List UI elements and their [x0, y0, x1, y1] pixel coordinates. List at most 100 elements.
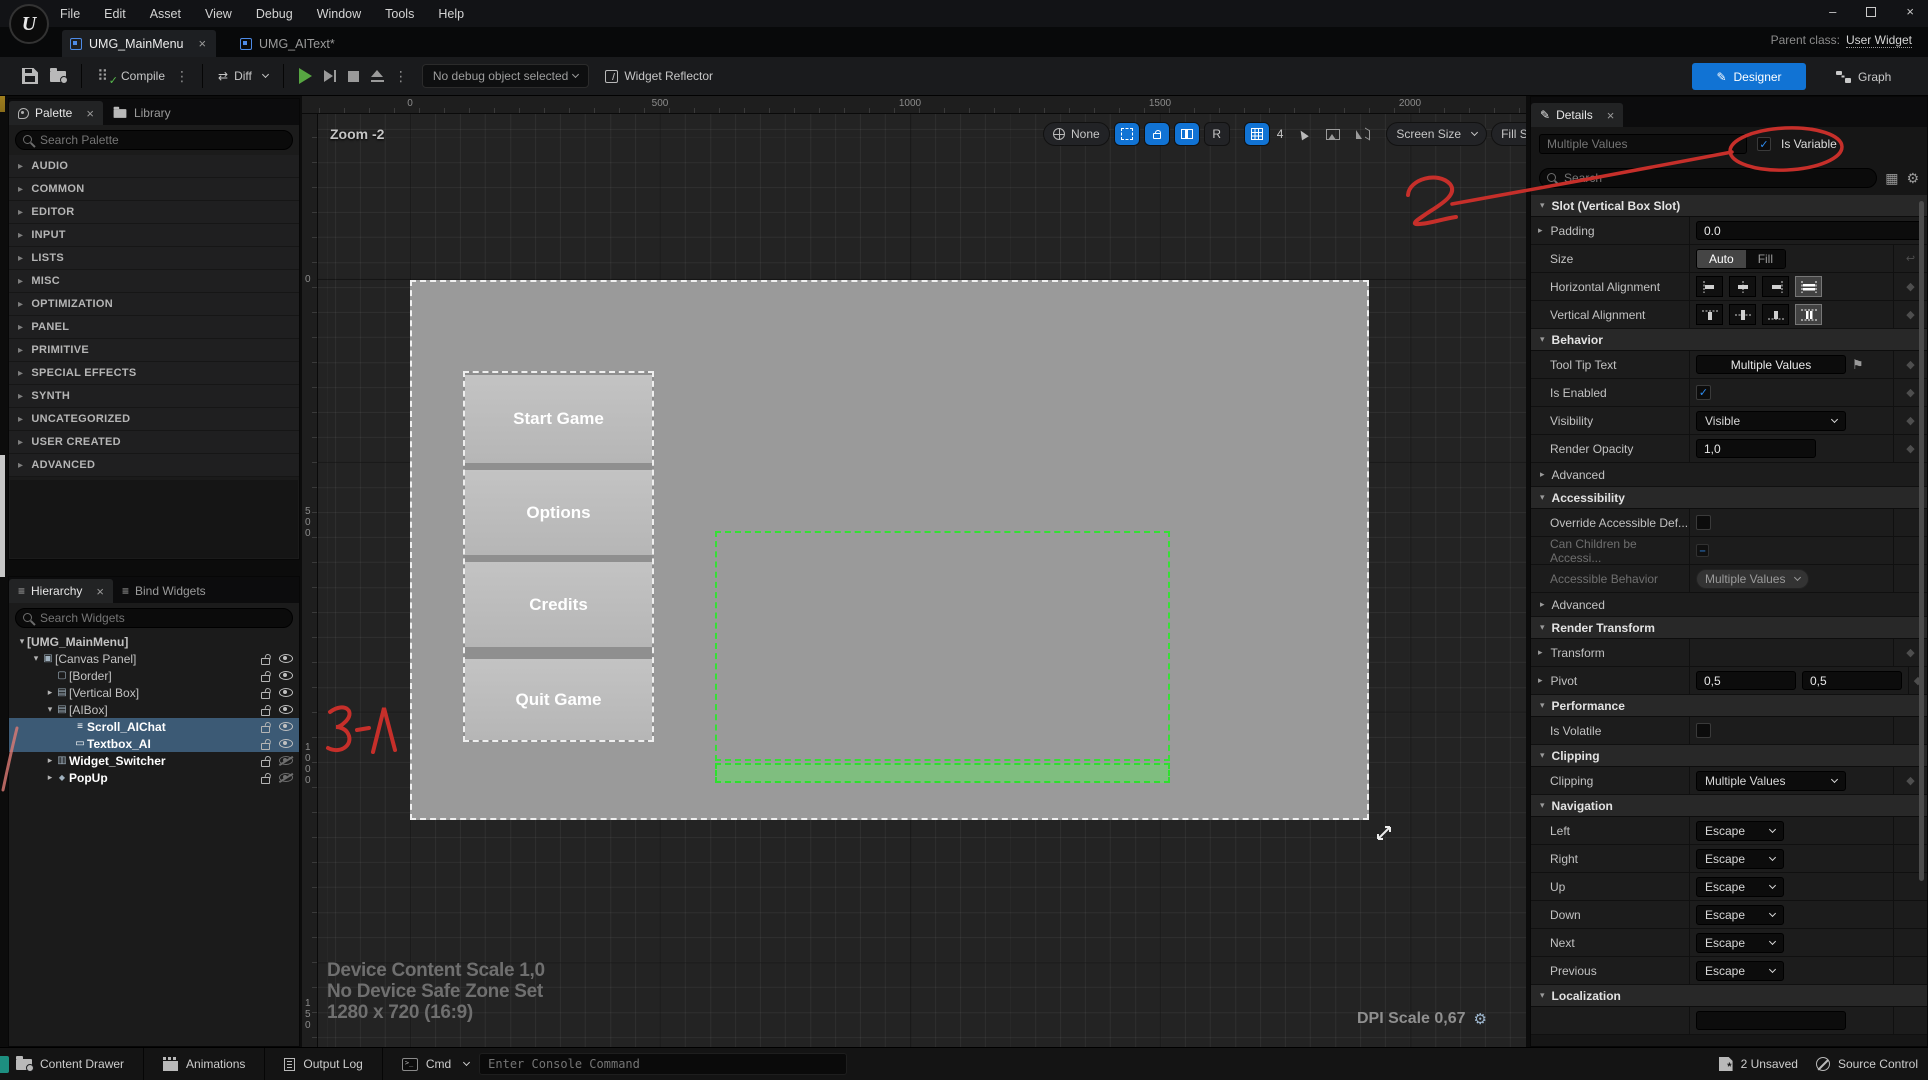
unlocked-icon[interactable]: [261, 658, 270, 665]
stop-button[interactable]: [342, 67, 365, 86]
palette-category-uncategorized[interactable]: ▸UNCATEGORIZED: [9, 408, 299, 431]
section-behavior[interactable]: ▾Behavior: [1531, 329, 1927, 351]
details-scrollbar[interactable]: [1919, 201, 1924, 881]
valign-bottom-button[interactable]: [1762, 304, 1789, 325]
pivot-y-input[interactable]: [1802, 671, 1902, 690]
palette-category-optimization[interactable]: ▸OPTIMIZATION: [9, 293, 299, 316]
expand-arrow-icon[interactable]: ▸: [18, 460, 23, 471]
expand-arrow-icon[interactable]: ▸: [18, 184, 23, 195]
override-accessible-checkbox[interactable]: [1696, 515, 1711, 530]
halign-left-button[interactable]: [1696, 276, 1723, 297]
vertical-box-widget[interactable]: Start Game Options Credits Quit Game: [463, 371, 654, 742]
palette-category-panel[interactable]: ▸PANEL: [9, 316, 299, 339]
eject-button[interactable]: [365, 66, 390, 86]
palette-search-input[interactable]: [15, 130, 293, 150]
preview-background-button[interactable]: [1320, 122, 1346, 146]
visibility-eye-icon[interactable]: [279, 722, 293, 731]
expand-arrow-icon[interactable]: ▸: [1538, 225, 1543, 236]
visibility-hidden-eye-icon[interactable]: [279, 773, 293, 782]
expand-arrow-icon[interactable]: ▸: [18, 161, 23, 172]
visibility-hidden-eye-icon[interactable]: [279, 756, 293, 765]
section-render-transform[interactable]: ▾Render Transform: [1531, 617, 1927, 639]
menu-view[interactable]: View: [205, 7, 232, 21]
visibility-dropdown[interactable]: Visible: [1696, 411, 1846, 431]
canvas-grid[interactable]: Start Game Options Credits Quit Game Dev…: [318, 114, 1526, 1047]
expand-arrow-icon[interactable]: ▸: [18, 322, 23, 333]
expand-arrow-icon[interactable]: ▸: [18, 368, 23, 379]
valign-fill-button[interactable]: [1795, 304, 1822, 325]
size-auto-button[interactable]: Auto: [1697, 250, 1746, 268]
section-localization[interactable]: ▾Localization: [1531, 985, 1927, 1007]
tree-item-border[interactable]: ▢ [Border]: [9, 667, 299, 684]
tooltip-input[interactable]: [1696, 355, 1846, 374]
animations-button[interactable]: Animations: [163, 1057, 245, 1071]
gear-icon[interactable]: ⚙: [1474, 1010, 1487, 1028]
selection-mode-button[interactable]: [1114, 122, 1140, 146]
expand-arrow-icon[interactable]: ▸: [45, 772, 55, 783]
output-log-button[interactable]: Output Log: [284, 1057, 362, 1071]
render-opacity-input[interactable]: [1696, 439, 1816, 458]
menu-file[interactable]: File: [60, 7, 80, 21]
show-outlines-button[interactable]: [1174, 122, 1200, 146]
tree-item-vertical-box[interactable]: ▸ ▤ [Vertical Box]: [9, 684, 299, 701]
parent-class-link[interactable]: User Widget: [1846, 33, 1912, 48]
behavior-advanced-expander[interactable]: ▸Advanced: [1531, 463, 1927, 487]
halign-right-button[interactable]: [1762, 276, 1789, 297]
designer-viewport[interactable]: Start Game Options Credits Quit Game Dev…: [302, 96, 1526, 1047]
palette-category-input[interactable]: ▸INPUT: [9, 224, 299, 247]
palette-category-common[interactable]: ▸COMMON: [9, 178, 299, 201]
debug-object-dropdown[interactable]: No debug object selected: [422, 64, 589, 88]
widget-reflector-button[interactable]: Widget Reflector: [599, 65, 719, 87]
add-binding-icon[interactable]: ◆: [1908, 667, 1927, 694]
expand-arrow-icon[interactable]: ▸: [18, 437, 23, 448]
resize-handle-icon[interactable]: [1375, 824, 1393, 845]
palette-category-primitive[interactable]: ▸PRIMITIVE: [9, 339, 299, 362]
expand-arrow-icon[interactable]: ▸: [45, 755, 55, 766]
clipping-dropdown[interactable]: Multiple Values: [1696, 771, 1846, 791]
unlocked-icon[interactable]: [261, 692, 270, 699]
nav-next-dropdown[interactable]: Escape: [1696, 933, 1784, 953]
visibility-eye-icon[interactable]: [279, 671, 293, 680]
graph-mode-button[interactable]: Graph: [1836, 63, 1891, 90]
tree-item-scroll-aichat[interactable]: ≡ Scroll_AIChat: [9, 718, 299, 735]
browse-content-button[interactable]: [44, 67, 72, 86]
unlocked-icon[interactable]: [261, 709, 270, 716]
close-tab-icon[interactable]: ×: [198, 36, 206, 51]
nav-down-dropdown[interactable]: Escape: [1696, 905, 1784, 925]
menu-help[interactable]: Help: [438, 7, 464, 21]
quit-game-button-widget[interactable]: Quit Game: [465, 659, 652, 740]
tab-details[interactable]: ✎ Details ×: [1531, 103, 1623, 127]
collapse-arrow-icon[interactable]: ▾: [31, 653, 41, 664]
tree-item-aibox[interactable]: ▾ ▤ [AIBox]: [9, 701, 299, 718]
designer-mode-button[interactable]: ✎ Designer: [1692, 63, 1806, 90]
nav-up-dropdown[interactable]: Escape: [1696, 877, 1784, 897]
size-fill-button[interactable]: Fill: [1746, 250, 1785, 268]
menu-debug[interactable]: Debug: [256, 7, 293, 21]
options-button-widget[interactable]: Options: [465, 470, 652, 555]
frame-skip-button[interactable]: [318, 66, 342, 86]
expand-arrow-icon[interactable]: ▸: [1538, 675, 1543, 686]
hierarchy-search-input[interactable]: [15, 608, 293, 628]
padding-input[interactable]: [1696, 221, 1924, 240]
accessible-behavior-dropdown[interactable]: Multiple Values: [1696, 569, 1809, 589]
is-volatile-checkbox[interactable]: [1696, 723, 1711, 738]
tree-item-popup[interactable]: ▸ ◆ PopUp: [9, 769, 299, 786]
section-slot[interactable]: ▾Slot (Vertical Box Slot): [1531, 195, 1927, 217]
settings-gear-icon[interactable]: ⚙: [1906, 170, 1919, 187]
menu-tools[interactable]: Tools: [385, 7, 414, 21]
close-window-button[interactable]: ×: [1906, 4, 1914, 19]
visibility-eye-icon[interactable]: [279, 739, 293, 748]
tree-item-widget-switcher[interactable]: ▸ ▥ Widget_Switcher: [9, 752, 299, 769]
palette-category-user-created[interactable]: ▸USER CREATED: [9, 431, 299, 454]
halign-center-button[interactable]: [1729, 276, 1756, 297]
section-navigation[interactable]: ▾Navigation: [1531, 795, 1927, 817]
tree-item-umg-mainmenu[interactable]: ▾ [UMG_MainMenu]: [9, 633, 299, 650]
lock-widgets-button[interactable]: [1144, 122, 1170, 146]
unlocked-icon[interactable]: [261, 777, 270, 784]
tab-palette[interactable]: Palette ×: [9, 101, 103, 125]
tree-item-canvas-panel[interactable]: ▾ ▣ [Canvas Panel]: [9, 650, 299, 667]
menu-asset[interactable]: Asset: [150, 7, 181, 21]
collapse-arrow-icon[interactable]: ▾: [17, 636, 27, 647]
play-button[interactable]: [293, 64, 318, 88]
flag-icon[interactable]: ⚑: [1852, 357, 1864, 373]
